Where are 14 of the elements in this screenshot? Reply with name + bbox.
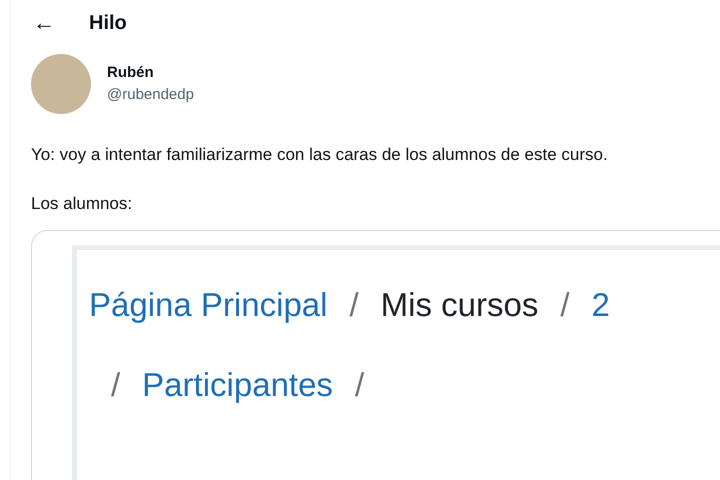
breadcrumb-link[interactable]: Participantes xyxy=(142,360,333,410)
author-name[interactable]: Rubén xyxy=(107,62,194,84)
breadcrumb-link[interactable]: Página Principal xyxy=(89,280,328,330)
tweet-text: Yo: voy a intentar familiarizarme con las caras de los alumnos de este curso. xyxy=(31,144,609,166)
page-title: Hilo xyxy=(89,11,127,36)
breadcrumb-item: Mis cursos xyxy=(380,285,538,325)
back-icon[interactable]: ← xyxy=(33,12,89,34)
tweet-text: Los alumnos: xyxy=(31,193,134,215)
breadcrumb-separator: / xyxy=(560,285,570,325)
breadcrumb-separator: / xyxy=(354,365,364,405)
author-handle[interactable]: @rubendedp xyxy=(107,84,194,106)
breadcrumb-separator: / xyxy=(349,285,359,325)
breadcrumb-link[interactable]: 2 xyxy=(592,280,610,330)
breadcrumb-separator: / xyxy=(111,365,120,405)
